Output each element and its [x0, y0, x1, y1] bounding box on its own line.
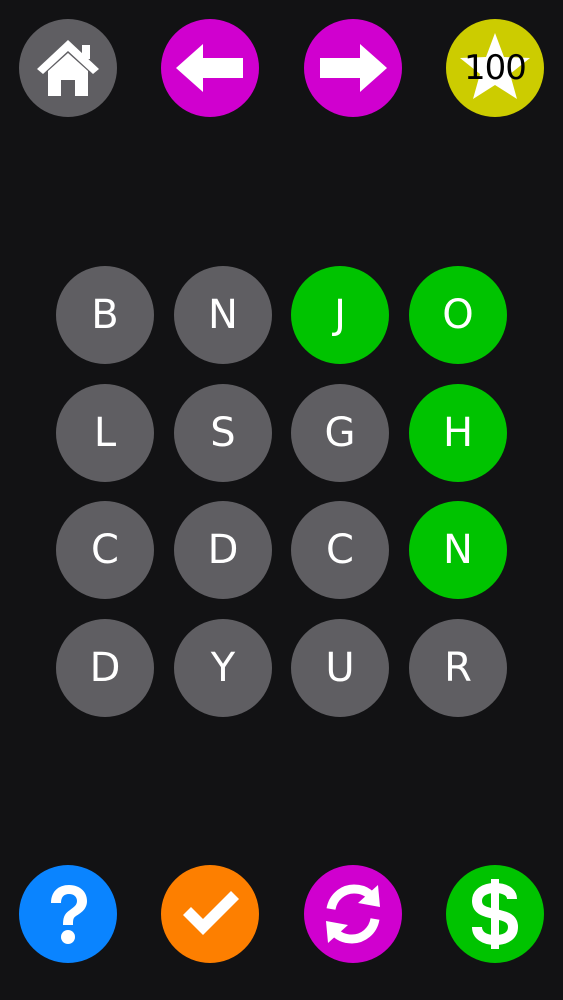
letter-tile[interactable]: U	[291, 619, 389, 717]
previous-button[interactable]	[161, 19, 259, 117]
refresh-icon	[304, 865, 402, 963]
letter-tile[interactable]: J	[291, 266, 389, 364]
letter-tile[interactable]: N	[409, 501, 507, 599]
dollar-icon	[446, 865, 544, 963]
letter-tile[interactable]: D	[56, 619, 154, 717]
coins-count: 100	[464, 48, 527, 88]
letter-tile[interactable]: H	[409, 384, 507, 482]
arrow-left-icon	[161, 19, 259, 117]
letter-grid: BNJOLSGHCDCNDYUR	[56, 266, 507, 717]
letter-tile[interactable]: C	[56, 501, 154, 599]
coins-button[interactable]: 100	[446, 19, 544, 117]
house-icon	[19, 19, 117, 117]
buy-coins-button[interactable]	[446, 865, 544, 963]
home-button[interactable]	[19, 19, 117, 117]
shuffle-button[interactable]	[304, 865, 402, 963]
checkmark-icon	[161, 865, 259, 963]
letter-tile[interactable]: D	[174, 501, 272, 599]
letter-tile[interactable]: B	[56, 266, 154, 364]
next-button[interactable]	[304, 19, 402, 117]
letter-tile[interactable]: N	[174, 266, 272, 364]
arrow-right-icon	[304, 19, 402, 117]
letter-tile[interactable]: L	[56, 384, 154, 482]
question-mark-icon	[19, 865, 117, 963]
letter-tile[interactable]: Y	[174, 619, 272, 717]
help-button[interactable]	[19, 865, 117, 963]
letter-tile[interactable]: G	[291, 384, 389, 482]
letter-tile[interactable]: R	[409, 619, 507, 717]
letter-tile[interactable]: C	[291, 501, 389, 599]
letter-tile[interactable]: S	[174, 384, 272, 482]
letter-tile[interactable]: O	[409, 266, 507, 364]
check-button[interactable]	[161, 865, 259, 963]
